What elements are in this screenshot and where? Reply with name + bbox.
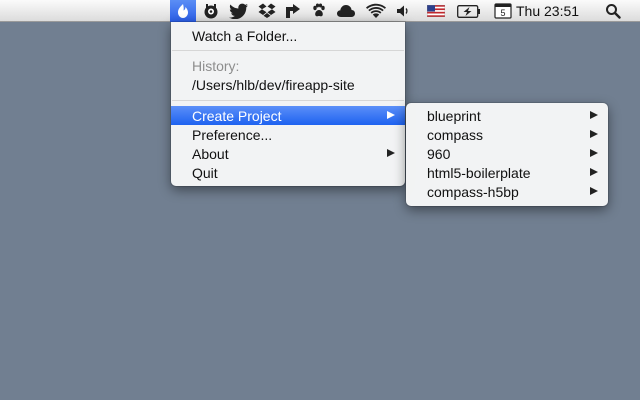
monster-icon[interactable] xyxy=(199,0,223,22)
forward-arrows-icon[interactable] xyxy=(281,0,305,22)
clock-text: Thu 23:51 xyxy=(516,3,580,19)
menu-item-about[interactable]: About xyxy=(171,144,405,163)
menu-item-label: History: xyxy=(192,57,240,74)
submenu-item-label: compass xyxy=(427,126,484,143)
calendar-day: 5 xyxy=(500,8,505,18)
fireapp-menu: Watch a Folder... History: /Users/hlb/de… xyxy=(171,22,405,186)
submenu-item-label: html5-boilerplate xyxy=(427,164,531,181)
submenu-item-label: 960 xyxy=(427,145,451,162)
paw-icon[interactable] xyxy=(307,0,331,22)
submenu-arrow-icon xyxy=(590,111,598,119)
fireapp-icon[interactable] xyxy=(170,0,196,22)
menu-item-watch-folder[interactable]: Watch a Folder... xyxy=(171,26,405,45)
submenu-arrow-icon xyxy=(590,149,598,157)
submenu-arrow-icon xyxy=(387,111,395,119)
submenu-item-blueprint[interactable]: blueprint xyxy=(406,106,608,125)
submenu-arrow-icon xyxy=(590,130,598,138)
us-flag-icon[interactable] xyxy=(424,0,448,22)
create-project-submenu: blueprint compass 960 html5-boilerplate … xyxy=(406,103,608,206)
calendar-icon[interactable]: 5 xyxy=(491,0,515,22)
submenu-item-label: blueprint xyxy=(427,107,481,124)
menu-item-label: Create Project xyxy=(192,107,282,124)
twitter-icon[interactable] xyxy=(226,0,252,22)
menu-item-quit[interactable]: Quit xyxy=(171,163,405,182)
submenu-arrow-icon xyxy=(387,149,395,157)
submenu-item-label: compass-h5bp xyxy=(427,183,519,200)
menu-item-history-path[interactable]: /Users/hlb/dev/fireapp-site xyxy=(171,75,405,94)
volume-icon[interactable] xyxy=(392,0,414,22)
history-label: History: xyxy=(171,56,405,75)
menu-item-label: Quit xyxy=(192,164,218,181)
clock[interactable]: Thu 23:51 xyxy=(516,0,592,22)
menu-separator xyxy=(172,100,404,101)
menu-item-label: About xyxy=(192,145,229,162)
submenu-item-compass-h5bp[interactable]: compass-h5bp xyxy=(406,182,608,201)
submenu-arrow-icon xyxy=(590,187,598,195)
cloud-icon[interactable] xyxy=(333,0,359,22)
menu-separator xyxy=(172,50,404,51)
menu-item-label: Preference... xyxy=(192,126,273,143)
menu-item-create-project[interactable]: Create Project xyxy=(171,106,405,125)
dropbox-icon[interactable] xyxy=(254,0,280,22)
menu-item-label: Watch a Folder... xyxy=(192,27,298,44)
spotlight-search-icon[interactable] xyxy=(600,0,626,22)
submenu-item-960[interactable]: 960 xyxy=(406,144,608,163)
menu-item-preference[interactable]: Preference... xyxy=(171,125,405,144)
submenu-item-compass[interactable]: compass xyxy=(406,125,608,144)
submenu-arrow-icon xyxy=(590,168,598,176)
menu-item-label: /Users/hlb/dev/fireapp-site xyxy=(192,76,355,93)
submenu-item-html5-boilerplate[interactable]: html5-boilerplate xyxy=(406,163,608,182)
battery-charging-icon[interactable] xyxy=(454,0,484,22)
wifi-icon[interactable] xyxy=(362,0,390,22)
menu-bar: 5 Thu 23:51 xyxy=(0,0,640,22)
